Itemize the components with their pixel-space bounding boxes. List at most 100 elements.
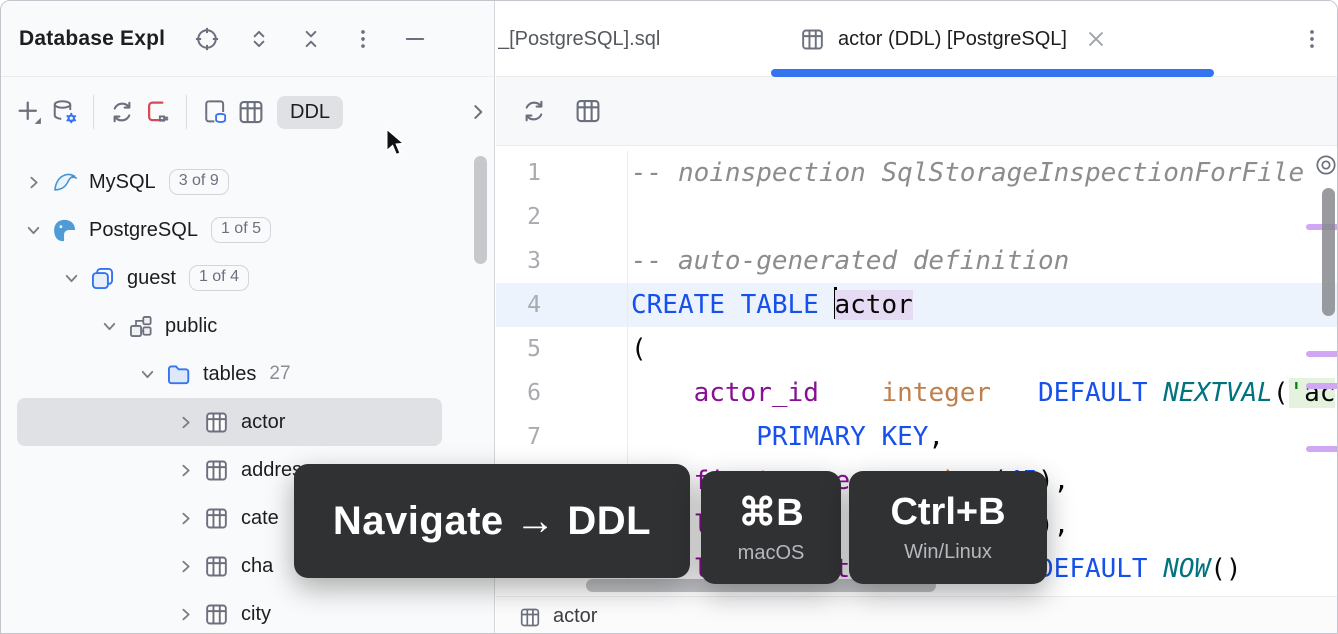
tree-row-mysql[interactable]: MySQL 3 of 9: [17, 158, 442, 206]
toolbar-separator: [93, 95, 94, 129]
tab-options-kebab-icon[interactable]: [1296, 23, 1328, 55]
table-icon: [203, 409, 230, 436]
chevron-right-icon[interactable]: [177, 510, 194, 527]
line-number: 1: [496, 151, 628, 195]
shortcut-tooltip-title: Navigate → DDL: [294, 464, 690, 578]
change-marker: [1306, 383, 1338, 389]
refresh-icon[interactable]: [106, 96, 138, 128]
tree-item-label: city: [241, 603, 271, 626]
app-window: Database Expl DDL MySQL 3 of 9 PostgreSQL 1…: [0, 0, 1338, 634]
tree-item-label: public: [165, 315, 217, 338]
tree-item-badge: 1 of 5: [211, 217, 271, 243]
change-marker: [1306, 446, 1338, 452]
code-text: actor_id integer DEFAULT NEXTVAL('ac: [628, 371, 1335, 415]
postgresql-icon: [51, 217, 78, 244]
mysql-icon: [51, 169, 78, 196]
tree-item-badge: 3 of 9: [169, 169, 229, 195]
tool-window-header: Database Expl: [1, 1, 494, 77]
editor-line-7: 7 PRIMARY KEY,: [496, 415, 1338, 459]
mouse-cursor: [382, 127, 408, 164]
line-number: 7: [496, 415, 628, 459]
tree-item-label: actor: [241, 411, 285, 434]
tree-row-actor[interactable]: actor: [17, 398, 442, 446]
editor-line-2: 2: [496, 195, 1338, 239]
line-number: 6: [496, 371, 628, 415]
change-marker: [1306, 351, 1338, 357]
editor-line-4: 4CREATE TABLE actor: [496, 283, 1338, 327]
add-data-source-icon[interactable]: [13, 96, 45, 128]
table-view-icon[interactable]: [235, 96, 267, 128]
tree-row-tables[interactable]: tables 27: [17, 350, 442, 398]
tree-item-count: 27: [269, 363, 290, 385]
chevron-right-icon[interactable]: [177, 558, 194, 575]
ddl-button[interactable]: DDL: [277, 96, 343, 129]
editor-line-1: 1-- noinspection SqlStorageInspectionFor…: [496, 151, 1338, 195]
table-icon: [203, 505, 230, 532]
tree-item-label: cate: [241, 507, 279, 530]
close-icon[interactable]: [1083, 26, 1109, 52]
tree-item-label: PostgreSQL: [89, 219, 198, 242]
chevron-right-icon[interactable]: [177, 606, 194, 623]
panel-title: Database Expl: [19, 27, 165, 51]
editor-breadcrumb-bar: actor: [496, 596, 1338, 634]
chevron-down-icon[interactable]: [25, 222, 42, 239]
shortcut-box-macos: ⌘B macOS: [701, 471, 841, 584]
tab-postgresql-sql[interactable]: _[PostgreSQL].sql: [498, 1, 764, 77]
tree-row-public[interactable]: public: [17, 302, 442, 350]
code-text: CREATE TABLE actor: [628, 283, 913, 327]
tree-item-label: MySQL: [89, 171, 156, 194]
tree-row-guest[interactable]: guest 1 of 4: [17, 254, 442, 302]
tree-item-label: guest: [127, 267, 176, 290]
table-icon: [203, 457, 230, 484]
tab-label: actor (DDL) [PostgreSQL]: [838, 28, 1067, 51]
table-view-icon[interactable]: [572, 95, 604, 127]
shortcut-keys: ⌘B: [738, 490, 803, 535]
chevron-down-icon[interactable]: [139, 366, 156, 383]
expand-all-icon[interactable]: [243, 23, 275, 55]
tab-actor-ddl[interactable]: actor (DDL) [PostgreSQL]: [771, 1, 1214, 77]
toolbar-separator: [186, 95, 187, 129]
inspection-eye-icon[interactable]: [1313, 152, 1338, 183]
chevron-right-icon[interactable]: [177, 462, 194, 479]
tree-row-postgresql[interactable]: PostgreSQL 1 of 5: [17, 206, 442, 254]
schema-icon: [127, 313, 154, 340]
table-icon: [799, 26, 826, 53]
chevron-right-icon[interactable]: [25, 174, 42, 191]
editor-line-3: 3-- auto-generated definition: [496, 239, 1338, 283]
active-tab-indicator: [771, 69, 1214, 77]
database-icon: [89, 265, 116, 292]
chevron-right-icon[interactable]: [177, 414, 194, 431]
more-vertical-icon[interactable]: [347, 23, 379, 55]
data-source-properties-icon[interactable]: [49, 96, 81, 128]
tree-row-city[interactable]: city: [17, 590, 442, 634]
ddl-editor-toolbar: [496, 77, 1338, 146]
code-text: (: [628, 327, 647, 371]
refresh-icon[interactable]: [518, 95, 550, 127]
jump-to-query-console-icon[interactable]: [199, 96, 231, 128]
hide-icon[interactable]: [399, 23, 431, 55]
chevron-down-icon[interactable]: [101, 318, 118, 335]
table-icon: [203, 553, 230, 580]
line-number: 3: [496, 239, 628, 283]
code-text: -- noinspection SqlStorageInspectionForF…: [628, 151, 1304, 195]
table-icon: [518, 604, 542, 628]
chevron-down-icon[interactable]: [63, 270, 80, 287]
shortcut-platform: Win/Linux: [904, 541, 992, 564]
header-icons: [191, 23, 431, 55]
tree-item-label: tables: [203, 363, 256, 386]
chevron-right-icon[interactable]: [462, 96, 494, 128]
shortcut-platform: macOS: [738, 542, 805, 565]
tree-item-badge: 1 of 4: [189, 265, 249, 291]
breadcrumb-table-name[interactable]: actor: [553, 605, 597, 628]
locate-icon[interactable]: [191, 23, 223, 55]
line-number: 5: [496, 327, 628, 371]
editor-line-6: 6 actor_id integer DEFAULT NEXTVAL('ac: [496, 371, 1338, 415]
shortcut-keys: Ctrl+B: [890, 491, 1005, 534]
disconnect-icon[interactable]: [142, 96, 174, 128]
collapse-all-icon[interactable]: [295, 23, 327, 55]
tree-scrollbar[interactable]: [474, 156, 487, 264]
editor-vertical-scrollbar[interactable]: [1322, 188, 1335, 316]
line-number: 2: [496, 195, 628, 239]
folder-icon: [165, 361, 192, 388]
shortcut-box-win-linux: Ctrl+B Win/Linux: [849, 471, 1047, 584]
